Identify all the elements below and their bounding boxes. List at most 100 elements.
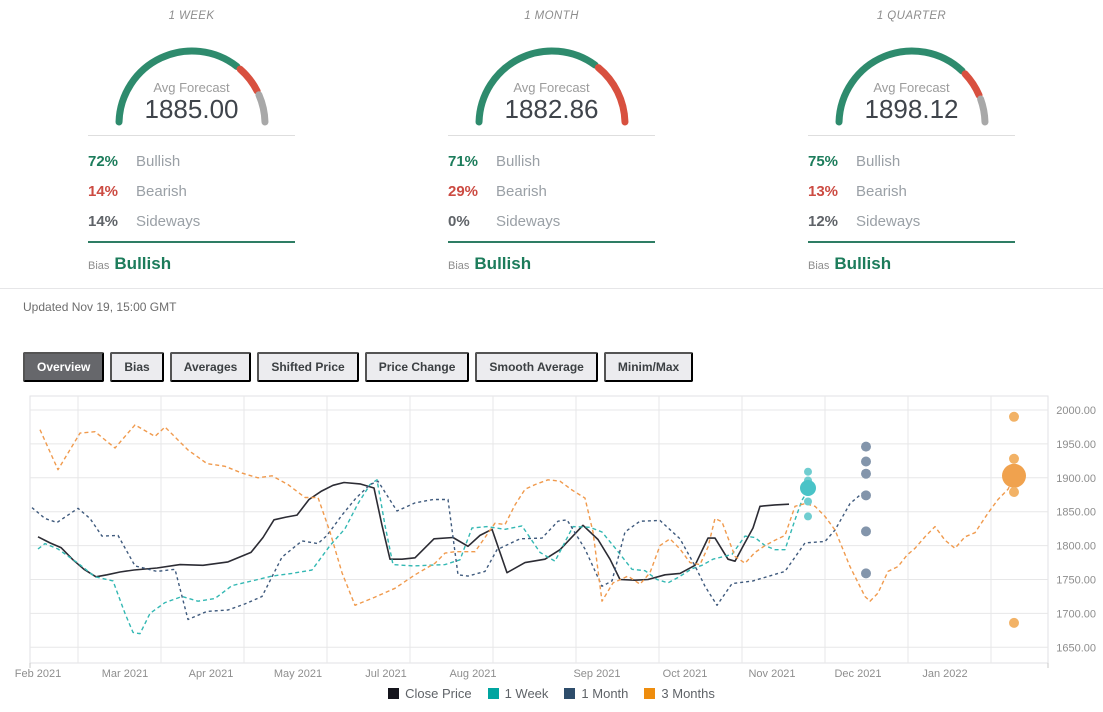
bias-rule [88,241,295,243]
bias-row: Bias Bullish [808,254,1015,274]
svg-text:Sep 2021: Sep 2021 [573,668,620,680]
card-divider [808,135,1015,136]
bearish-row: 13% Bearish [808,176,1015,206]
sideways-row: 0% Sideways [448,206,655,236]
gauge-wrap: Avg Forecast 1885.00 [92,27,292,129]
legend-label: Close Price [405,686,471,701]
forecast-cards: 1 WEEK Avg Forecast 1885.00 72% Bullish … [0,10,1103,274]
svg-text:Apr 2021: Apr 2021 [189,668,234,680]
tab-smooth-average[interactable]: Smooth Average [475,352,597,382]
svg-text:1750.00: 1750.00 [1056,575,1096,587]
section-divider [0,288,1103,289]
avg-forecast-value: 1898.12 [812,94,1012,125]
svg-text:Feb 2021: Feb 2021 [15,668,61,680]
sideways-label: Sideways [136,213,200,230]
chart-legend: Close Price 1 Week 1 Month 3 Months [0,686,1103,701]
y-axis-labels: 2000.001950.001900.001850.001800.001750.… [1056,405,1096,654]
bias-label: Bias [808,260,829,272]
svg-text:Oct 2021: Oct 2021 [663,668,708,680]
tab-minim-max[interactable]: Minim/Max [604,352,693,382]
bullish-row: 75% Bullish [808,146,1015,176]
forecast-card-1-quarter: 1 QUARTER Avg Forecast 1898.12 75% Bulli… [808,10,1015,274]
updated-timestamp: Updated Nov 19, 15:00 GMT [23,300,176,314]
avg-forecast-label: Avg Forecast [812,80,1012,95]
svg-text:Mar 2021: Mar 2021 [102,668,148,680]
svg-text:Aug 2021: Aug 2021 [449,668,496,680]
sentiment-stats: 71% Bullish 29% Bearish 0% Sideways [448,146,655,236]
tab-shifted-price[interactable]: Shifted Price [257,352,358,382]
sideways-label: Sideways [496,213,560,230]
svg-text:Jul 2021: Jul 2021 [365,668,407,680]
tab-bias[interactable]: Bias [110,352,163,382]
bullish-label: Bullish [136,153,180,170]
legend-item-close-price[interactable]: Close Price [388,686,471,701]
bearish-label: Bearish [856,183,907,200]
card-divider [88,135,295,136]
sideways-row: 12% Sideways [808,206,1015,236]
chart-grid [30,396,1048,668]
bullish-row: 71% Bullish [448,146,655,176]
close-price-swatch-icon [388,688,399,699]
series-1-week [38,480,807,634]
bearish-label: Bearish [496,183,547,200]
card-period-title: 1 QUARTER [808,10,1015,22]
legend-label: 1 Month [581,686,628,701]
svg-text:Nov 2021: Nov 2021 [748,668,795,680]
forecast-card-1-month: 1 MONTH Avg Forecast 1882.86 71% Bullish… [448,10,655,274]
avg-forecast-value: 1882.86 [452,94,652,125]
tab-overview[interactable]: Overview [23,352,104,382]
tab-price-change[interactable]: Price Change [365,352,470,382]
bias-row: Bias Bullish [448,254,655,274]
forecast-poll-widget: 1 WEEK Avg Forecast 1885.00 72% Bullish … [0,0,1103,712]
forecast-card-1-week: 1 WEEK Avg Forecast 1885.00 72% Bullish … [88,10,295,274]
sideways-percent: 14% [88,213,136,230]
bearish-row: 14% Bearish [88,176,295,206]
tab-averages[interactable]: Averages [170,352,252,382]
legend-item-1-week[interactable]: 1 Week [488,686,549,701]
avg-forecast-label: Avg Forecast [452,80,652,95]
bias-label: Bias [88,260,109,272]
bearish-label: Bearish [136,183,187,200]
bullish-label: Bullish [856,153,900,170]
svg-text:1900.00: 1900.00 [1056,473,1096,485]
svg-text:1850.00: 1850.00 [1056,507,1096,519]
scatter-1-week-forecasts [800,468,816,521]
svg-text:Jan 2022: Jan 2022 [922,668,967,680]
legend-item-3-months[interactable]: 3 Months [644,686,714,701]
bias-value: Bullish [474,254,531,273]
svg-text:2000.00: 2000.00 [1056,405,1096,417]
card-period-title: 1 MONTH [448,10,655,22]
sideways-percent: 0% [448,213,496,230]
svg-text:1950.00: 1950.00 [1056,439,1096,451]
bias-rule [448,241,655,243]
one-month-swatch-icon [564,688,575,699]
chart-tabs: Overview Bias Averages Shifted Price Pri… [23,352,693,382]
avg-forecast-label: Avg Forecast [92,80,292,95]
scatter-1-month-forecasts [861,442,871,579]
bearish-percent: 13% [808,183,856,200]
avg-forecast-value: 1885.00 [92,94,292,125]
x-axis-labels: Feb 2021Mar 2021Apr 2021May 2021Jul 2021… [15,668,968,680]
series-close-price [38,483,789,581]
bearish-percent: 29% [448,183,496,200]
bullish-label: Bullish [496,153,540,170]
sentiment-stats: 75% Bullish 13% Bearish 12% Sideways [808,146,1015,236]
bullish-percent: 71% [448,153,496,170]
three-months-swatch-icon [644,688,655,699]
svg-text:Dec 2021: Dec 2021 [834,668,881,680]
forecast-chart: 2000.001950.001900.001850.001800.001750.… [0,390,1103,686]
bias-label: Bias [448,260,469,272]
bias-row: Bias Bullish [88,254,295,274]
bias-rule [808,241,1015,243]
sideways-row: 14% Sideways [88,206,295,236]
bias-value: Bullish [834,254,891,273]
card-divider [448,135,655,136]
gauge-wrap: Avg Forecast 1882.86 [452,27,652,129]
bias-value: Bullish [114,254,171,273]
bullish-percent: 75% [808,153,856,170]
card-period-title: 1 WEEK [88,10,295,22]
bullish-percent: 72% [88,153,136,170]
sentiment-stats: 72% Bullish 14% Bearish 14% Sideways [88,146,295,236]
one-week-swatch-icon [488,688,499,699]
legend-item-1-month[interactable]: 1 Month [564,686,628,701]
